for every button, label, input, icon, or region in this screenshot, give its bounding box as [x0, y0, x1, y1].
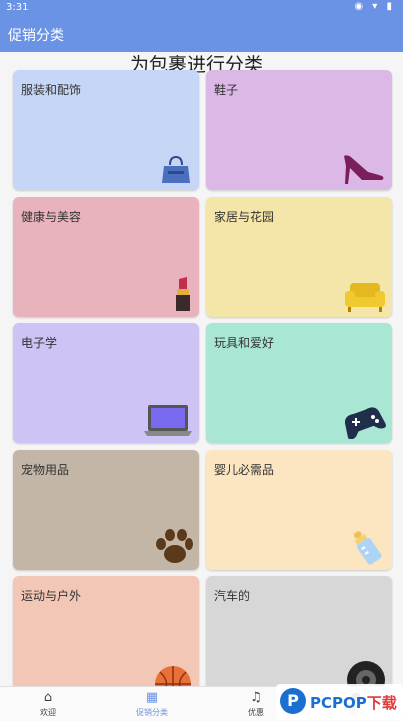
- laptop-icon: [144, 405, 192, 436]
- category-card-shoes[interactable]: 鞋子: [206, 70, 392, 190]
- gamepad-icon: [344, 407, 386, 439]
- category-card-home-garden[interactable]: 家居与花园: [206, 197, 392, 317]
- status-bar: 3:31 ◉ ▾ ▮: [0, 0, 403, 16]
- status-icons: ◉ ▾ ▮: [354, 1, 395, 12]
- app-bar: 促销分类: [0, 16, 403, 52]
- category-label: 汽车的: [214, 589, 251, 603]
- tab-welcome[interactable]: ⌂ 欢迎: [18, 689, 78, 718]
- category-card-automotive[interactable]: 汽车的: [206, 576, 392, 696]
- category-card-sports-outdoors[interactable]: 运动与户外: [13, 576, 199, 696]
- category-card-pet-supplies[interactable]: 宠物用品: [13, 450, 199, 570]
- category-card-baby-essentials[interactable]: 婴儿必需品: [206, 450, 392, 570]
- watermark-logo: P: [280, 688, 306, 714]
- category-label: 健康与美容: [21, 210, 82, 224]
- watermark-text-download: 下载: [366, 694, 397, 712]
- category-label: 婴儿必需品: [214, 463, 275, 477]
- home-icon: ⌂: [43, 690, 53, 705]
- tab-label: 欢迎: [40, 708, 56, 717]
- baby-bottle-icon: [353, 531, 382, 565]
- category-label: 服装和配饰: [21, 83, 82, 97]
- category-card-apparel[interactable]: 服装和配饰: [13, 70, 199, 190]
- category-label: 鞋子: [214, 83, 239, 97]
- status-time: 3:31: [6, 2, 29, 13]
- category-label: 宠物用品: [21, 463, 70, 477]
- paw-icon: [156, 529, 193, 563]
- app-bar-title: 促销分类: [8, 28, 64, 44]
- category-label: 电子学: [21, 336, 58, 350]
- category-card-health-beauty[interactable]: 健康与美容: [13, 197, 199, 317]
- tab-label: 促销分类: [136, 708, 168, 717]
- category-label: 运动与户外: [21, 589, 82, 603]
- sofa-icon: [345, 283, 385, 312]
- category-card-toys-hobbies[interactable]: 玩具和爱好: [206, 323, 392, 443]
- tab-label: 优惠: [248, 708, 264, 717]
- handbag-icon: [162, 155, 190, 183]
- tab-promo-categories[interactable]: ▦ 促销分类: [122, 689, 182, 718]
- watermark-text-brand: PCPOP: [310, 694, 367, 712]
- high-heel-icon: [344, 155, 384, 184]
- category-card-electronics[interactable]: 电子学: [13, 323, 199, 443]
- category-label: 家居与花园: [214, 210, 275, 224]
- grid-icon: ▦: [145, 690, 159, 705]
- lipstick-icon: [176, 277, 190, 311]
- watermark-text: PCPOP下载: [310, 692, 397, 713]
- category-label: 玩具和爱好: [214, 336, 275, 350]
- watermark: P PCPOP下载: [276, 684, 403, 720]
